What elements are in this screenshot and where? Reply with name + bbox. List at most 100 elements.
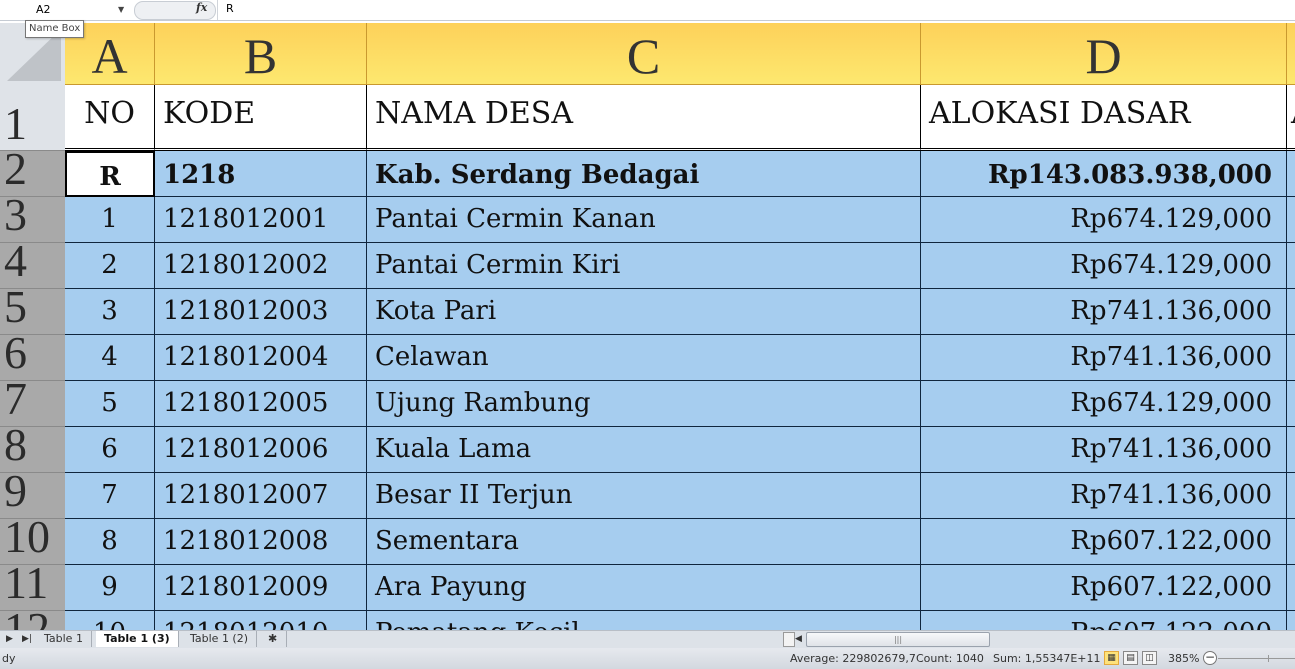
table-cell-kode[interactable]: 1218012006 xyxy=(155,427,367,473)
table-cell-nama-desa[interactable]: Sementara xyxy=(367,519,921,565)
row-header[interactable]: 11 xyxy=(0,565,65,611)
column-header-b[interactable]: B xyxy=(155,23,367,85)
row-header[interactable]: 3 xyxy=(0,197,65,243)
table-cell-nama-desa[interactable]: Kota Pari xyxy=(367,289,921,335)
row-header-2[interactable]: 2 xyxy=(0,151,65,197)
table-cell-kode[interactable]: 1218012002 xyxy=(155,243,367,289)
table-cell-nama-desa[interactable]: Kuala Lama xyxy=(367,427,921,473)
table-cell-kode[interactable]: 1218012009 xyxy=(155,565,367,611)
table-cell-nama-desa[interactable]: Pantai Cermin Kanan xyxy=(367,197,921,243)
table-cell-alokasi-dasar[interactable]: Rp607.122,000 xyxy=(921,611,1287,630)
summary-cell-alokasi-dasar[interactable]: Rp143.083.938,000 xyxy=(921,151,1287,197)
cell-e[interactable] xyxy=(1287,473,1295,519)
row-header[interactable]: 10 xyxy=(0,519,65,565)
zoom-level[interactable]: 385% xyxy=(1168,648,1199,669)
table-cell-no[interactable]: 5 xyxy=(65,381,155,427)
table-cell-nama-desa[interactable]: Pantai Cermin Kiri xyxy=(367,243,921,289)
cell-e[interactable] xyxy=(1287,289,1295,335)
formula-input[interactable]: R xyxy=(226,2,234,15)
name-box[interactable]: A2 ▼ xyxy=(0,0,130,19)
table-cell-no[interactable]: 3 xyxy=(65,289,155,335)
page-break-view-icon[interactable]: ◫ xyxy=(1142,651,1157,665)
name-box-value[interactable]: A2 xyxy=(36,0,51,19)
table-cell-kode[interactable]: 1218012008 xyxy=(155,519,367,565)
chevron-down-icon[interactable]: ▼ xyxy=(118,0,124,19)
header-cell-alokasi-dasar[interactable]: ALOKASI DASAR xyxy=(921,85,1287,151)
column-header-c[interactable]: C xyxy=(367,23,921,85)
status-sum: Sum: 1,55347E+11 xyxy=(993,652,1101,665)
row-header[interactable]: 7 xyxy=(0,381,65,427)
table-cell-kode[interactable]: 1218012004 xyxy=(155,335,367,381)
header-cell-e-partial[interactable]: A xyxy=(1287,85,1295,151)
table-cell-no[interactable]: 10 xyxy=(65,611,155,630)
sheet-tab-table-1[interactable]: Table 1 xyxy=(36,631,92,647)
row-header[interactable]: 4 xyxy=(0,243,65,289)
row-header[interactable]: 6 xyxy=(0,335,65,381)
header-cell-nama-desa[interactable]: NAMA DESA xyxy=(367,85,921,151)
table-cell-kode[interactable]: 1218012010 xyxy=(155,611,367,630)
table-cell-no[interactable]: 4 xyxy=(65,335,155,381)
normal-view-icon[interactable]: ▦ xyxy=(1104,651,1119,665)
table-cell-kode[interactable]: 1218012001 xyxy=(155,197,367,243)
row-header-1[interactable]: 1 xyxy=(0,85,65,151)
next-sheet-icon[interactable]: ▶ xyxy=(6,631,13,647)
sheet-tab-table-1-2[interactable]: Table 1 (2) xyxy=(182,631,258,647)
summary-cell-no[interactable]: R xyxy=(65,151,155,197)
table-cell-no[interactable]: 2 xyxy=(65,243,155,289)
formula-bar: A2 ▼ fx R xyxy=(0,0,1295,21)
table-cell-no[interactable]: 8 xyxy=(65,519,155,565)
table-cell-nama-desa[interactable]: Celawan xyxy=(367,335,921,381)
zoom-out-icon[interactable]: − xyxy=(1203,651,1217,665)
table-cell-alokasi-dasar[interactable]: Rp741.136,000 xyxy=(921,335,1287,381)
cell-e[interactable] xyxy=(1287,611,1295,630)
table-cell-alokasi-dasar[interactable]: Rp674.129,000 xyxy=(921,243,1287,289)
cell-e[interactable] xyxy=(1287,519,1295,565)
table-cell-nama-desa[interactable]: Ujung Rambung xyxy=(367,381,921,427)
table-cell-nama-desa[interactable]: Besar II Terjun xyxy=(367,473,921,519)
cell-e[interactable] xyxy=(1287,427,1295,473)
column-header-d[interactable]: D xyxy=(921,23,1287,85)
row-header[interactable]: 9 xyxy=(0,473,65,519)
last-sheet-icon[interactable]: ▶| xyxy=(22,631,32,647)
horizontal-scrollbar-thumb[interactable]: ||| xyxy=(806,632,990,647)
header-cell-kode[interactable]: KODE xyxy=(155,85,367,151)
table-cell-kode[interactable]: 1218012007 xyxy=(155,473,367,519)
scroll-split-handle[interactable] xyxy=(783,632,795,647)
cell-e[interactable] xyxy=(1287,243,1295,289)
page-layout-view-icon[interactable]: ▤ xyxy=(1123,651,1138,665)
insert-sheet-icon[interactable]: ✱ xyxy=(260,631,287,647)
row-header[interactable]: 5 xyxy=(0,289,65,335)
table-cell-kode[interactable]: 1218012005 xyxy=(155,381,367,427)
table-cell-alokasi-dasar[interactable]: Rp741.136,000 xyxy=(921,473,1287,519)
table-cell-alokasi-dasar[interactable]: Rp674.129,000 xyxy=(921,197,1287,243)
cell-e[interactable] xyxy=(1287,151,1295,197)
zoom-slider[interactable] xyxy=(1218,658,1295,659)
row-header[interactable]: 8 xyxy=(0,427,65,473)
header-cell-no[interactable]: NO xyxy=(65,85,155,151)
table-cell-alokasi-dasar[interactable]: Rp607.122,000 xyxy=(921,565,1287,611)
cell-e[interactable] xyxy=(1287,197,1295,243)
table-cell-alokasi-dasar[interactable]: Rp741.136,000 xyxy=(921,289,1287,335)
sheet-tab-table-1-3[interactable]: Table 1 (3) xyxy=(96,631,179,647)
divider xyxy=(217,0,218,20)
table-cell-no[interactable]: 9 xyxy=(65,565,155,611)
cell-e[interactable] xyxy=(1287,381,1295,427)
insert-function-icon[interactable]: fx xyxy=(196,1,207,14)
status-average: Average: 229802679,7 xyxy=(790,652,916,665)
column-header-e[interactable] xyxy=(1287,23,1295,85)
table-cell-alokasi-dasar[interactable]: Rp607.122,000 xyxy=(921,519,1287,565)
table-cell-alokasi-dasar[interactable]: Rp674.129,000 xyxy=(921,381,1287,427)
table-cell-alokasi-dasar[interactable]: Rp741.136,000 xyxy=(921,427,1287,473)
cell-e[interactable] xyxy=(1287,335,1295,381)
scroll-left-icon[interactable]: ◀ xyxy=(795,631,802,647)
table-cell-no[interactable]: 1 xyxy=(65,197,155,243)
summary-cell-kode[interactable]: 1218 xyxy=(155,151,367,197)
cell-e[interactable] xyxy=(1287,565,1295,611)
table-cell-no[interactable]: 7 xyxy=(65,473,155,519)
table-cell-no[interactable]: 6 xyxy=(65,427,155,473)
table-cell-nama-desa[interactable]: Pematang Kecil xyxy=(367,611,921,630)
table-cell-kode[interactable]: 1218012003 xyxy=(155,289,367,335)
summary-cell-nama-desa[interactable]: Kab. Serdang Bedagai xyxy=(367,151,921,197)
row-header[interactable]: 12 xyxy=(0,611,65,630)
table-cell-nama-desa[interactable]: Ara Payung xyxy=(367,565,921,611)
